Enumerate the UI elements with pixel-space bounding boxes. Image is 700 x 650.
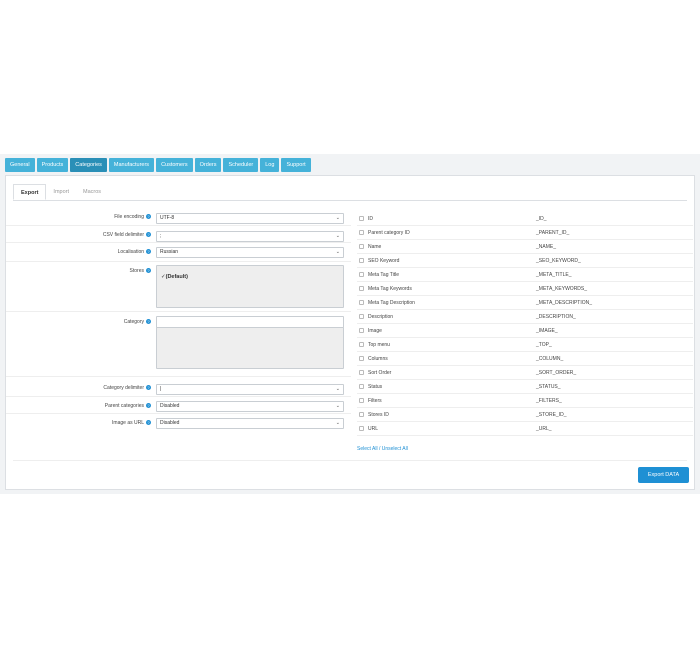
- field-checkbox[interactable]: [359, 314, 364, 319]
- field-checkbox[interactable]: [359, 398, 364, 403]
- sub-tabs: Export Import Macros: [13, 184, 108, 200]
- field-row: Meta Tag Keywords _META_KEYWORDS_: [357, 282, 693, 296]
- field-checkbox[interactable]: [359, 216, 364, 221]
- help-icon: ?: [146, 268, 151, 274]
- field-row: Sort Order _SORT_ORDER_: [357, 366, 693, 380]
- parent-categories-label: Parent categories?: [104, 403, 151, 409]
- row-category-delimiter: Category delimiter? | ⌄: [6, 380, 351, 397]
- help-icon: ?: [146, 214, 151, 220]
- field-row: Columns _COLUMN_: [357, 352, 693, 366]
- tab-orders[interactable]: Orders: [194, 158, 222, 172]
- field-checkbox[interactable]: [359, 230, 364, 235]
- store-default[interactable]: ✓(Default): [161, 274, 188, 280]
- localisation-label: Localisation?: [117, 249, 151, 255]
- tab-general[interactable]: General: [5, 158, 35, 172]
- module-tabs: General Products Categories Manufacturer…: [5, 158, 311, 172]
- field-row: Stores ID _STORE_ID_: [357, 408, 693, 422]
- help-icon: ?: [146, 249, 151, 255]
- row-localisation: Localisation? Russian ⌄: [6, 243, 351, 262]
- bottom-divider: [13, 460, 687, 461]
- row-file-encoding: File encoding? UTF-8 ⌄: [6, 209, 351, 226]
- field-row: Top menu _TOP_: [357, 338, 693, 352]
- subtab-import[interactable]: Import: [46, 184, 76, 200]
- row-csv-delimiter: CSV field delimiter? ; ⌄: [6, 226, 351, 243]
- stores-list[interactable]: ✓(Default): [156, 265, 344, 308]
- row-category: Category?: [6, 312, 351, 377]
- chevron-down-icon: ⌄: [335, 386, 340, 392]
- category-label: Category?: [123, 319, 151, 325]
- parent-categories-select[interactable]: Disabled ⌄: [156, 401, 344, 412]
- stores-label: Stores?: [129, 268, 151, 274]
- field-checkbox[interactable]: [359, 342, 364, 347]
- field-row: Description _DESCRIPTION_: [357, 310, 693, 324]
- field-checkbox[interactable]: [359, 272, 364, 277]
- help-icon: ?: [146, 232, 151, 238]
- row-parent-categories: Parent categories? Disabled ⌄: [6, 397, 351, 414]
- image-as-url-label: Image as URL?: [112, 420, 151, 426]
- field-row: URL _URL_: [357, 422, 693, 436]
- field-row: Name _NAME_: [357, 240, 693, 254]
- category-delimiter-select[interactable]: | ⌄: [156, 384, 344, 395]
- field-checkbox[interactable]: [359, 286, 364, 291]
- file-encoding-select[interactable]: UTF-8 ⌄: [156, 213, 344, 224]
- tab-scheduler[interactable]: Scheduler: [223, 158, 259, 172]
- file-encoding-label: File encoding?: [114, 214, 151, 220]
- chevron-down-icon: ⌄: [335, 233, 340, 239]
- tab-categories[interactable]: Categories: [70, 158, 107, 172]
- category-delimiter-label: Category delimiter?: [103, 385, 151, 391]
- field-row: Meta Tag Title _META_TITLE_: [357, 268, 693, 282]
- help-icon: ?: [146, 420, 151, 426]
- subtab-divider: [13, 200, 687, 201]
- select-all-link[interactable]: Select All / Unselect All: [357, 446, 408, 452]
- export-data-button[interactable]: Export DATA: [638, 467, 689, 483]
- image-as-url-select[interactable]: Disabled ⌄: [156, 418, 344, 429]
- field-row: Meta Tag Description _META_DESCRIPTION_: [357, 296, 693, 310]
- row-stores: Stores? ✓(Default): [6, 262, 351, 312]
- localisation-select[interactable]: Russian ⌄: [156, 247, 344, 258]
- row-image-as-url: Image as URL? Disabled ⌄: [6, 414, 351, 432]
- field-checkbox[interactable]: [359, 328, 364, 333]
- csv-delimiter-select[interactable]: ; ⌄: [156, 231, 344, 242]
- csv-delimiter-label: CSV field delimiter?: [102, 232, 151, 238]
- field-row: Parent category ID _PARENT_ID_: [357, 226, 693, 240]
- subtab-macros[interactable]: Macros: [76, 184, 108, 200]
- tab-manufacturers[interactable]: Manufacturers: [108, 158, 155, 172]
- field-checkbox[interactable]: [359, 370, 364, 375]
- help-icon: ?: [146, 385, 151, 391]
- field-checkbox[interactable]: [359, 356, 364, 361]
- help-icon: ?: [146, 403, 151, 409]
- tab-support[interactable]: Support: [281, 158, 311, 172]
- field-row: Status _STATUS_: [357, 380, 693, 394]
- field-checkbox[interactable]: [359, 258, 364, 263]
- field-row: ID _ID_: [357, 212, 693, 226]
- field-checkbox[interactable]: [359, 384, 364, 389]
- field-row: Image _IMAGE_: [357, 324, 693, 338]
- tab-products[interactable]: Products: [36, 158, 69, 172]
- tab-customers[interactable]: Customers: [156, 158, 193, 172]
- chevron-down-icon: ⌄: [335, 249, 340, 255]
- field-row: SEO Keyword _SEO_KEYWORD_: [357, 254, 693, 268]
- subtab-export[interactable]: Export: [13, 184, 47, 200]
- chevron-down-icon: ⌄: [335, 420, 340, 426]
- export-panel: Export Import Macros File encoding? UTF-…: [5, 175, 695, 490]
- field-checkbox[interactable]: [359, 244, 364, 249]
- help-icon: ?: [146, 319, 151, 325]
- field-checkbox[interactable]: [359, 412, 364, 417]
- chevron-down-icon: ⌄: [335, 403, 340, 409]
- category-list[interactable]: [156, 327, 344, 369]
- field-row: Filters _FILTERS_: [357, 394, 693, 408]
- field-checkbox[interactable]: [359, 426, 364, 431]
- tab-log[interactable]: Log: [260, 158, 280, 172]
- chevron-down-icon: ⌄: [335, 215, 340, 221]
- field-checkbox[interactable]: [359, 300, 364, 305]
